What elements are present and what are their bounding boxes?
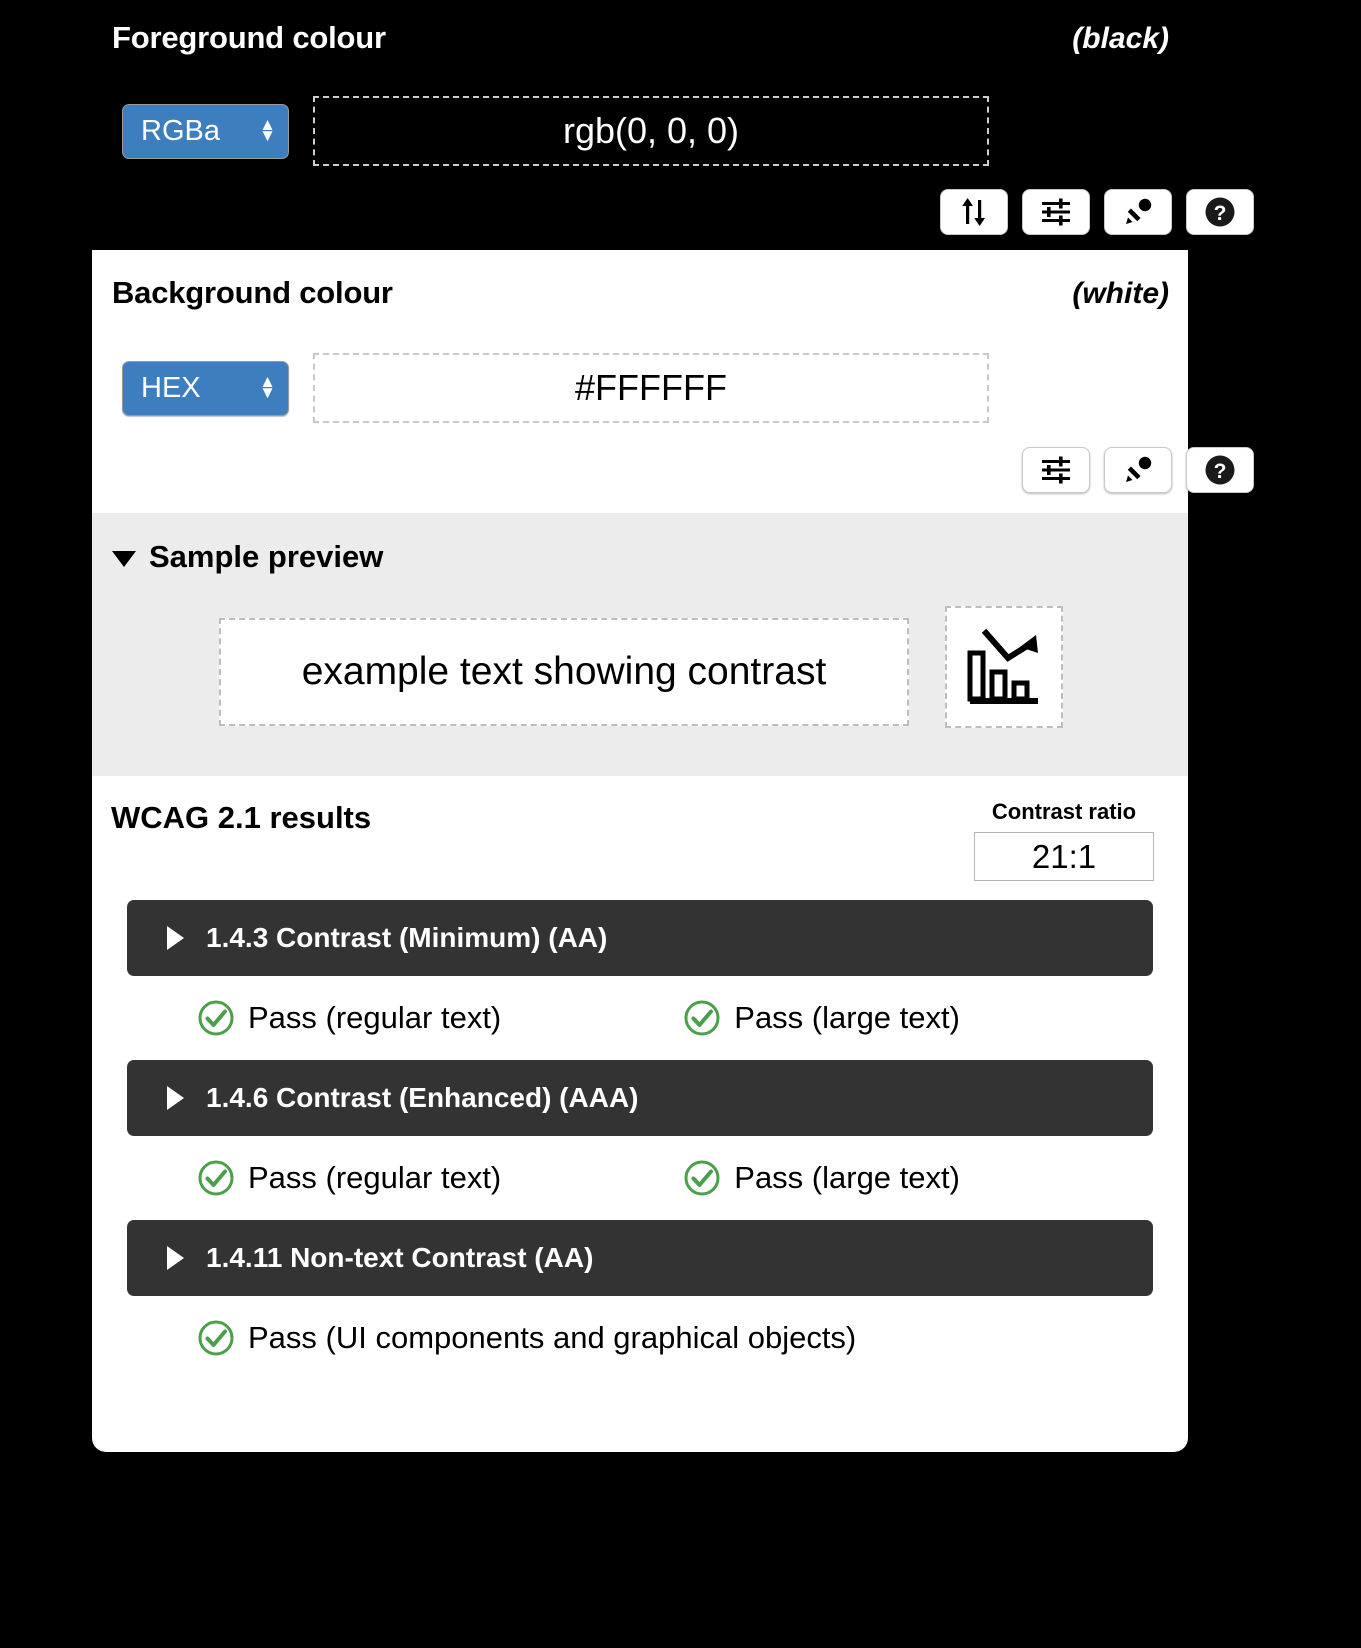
outcome-item: Pass (large text) xyxy=(683,1159,960,1197)
criterion-outcomes: Pass (UI components and graphical object… xyxy=(127,1296,1153,1380)
check-circle-icon xyxy=(684,1160,720,1196)
adjust-sliders-button[interactable] xyxy=(1022,189,1090,235)
eyedropper-icon xyxy=(1126,198,1152,224)
chevron-right-icon xyxy=(167,1086,184,1110)
foreground-title: Foreground colour xyxy=(112,20,386,55)
adjust-sliders-button[interactable] xyxy=(1022,447,1090,493)
criterion-group: 1.4.3 Contrast (Minimum) (AA) Pass (regu… xyxy=(127,900,1153,1060)
foreground-format-label: RGBa xyxy=(141,114,220,147)
background-title: Background colour xyxy=(112,275,393,310)
criterion-toggle-1.4.11[interactable]: 1.4.11 Non-text Contrast (AA) xyxy=(127,1220,1153,1296)
check-circle-icon xyxy=(198,1160,234,1196)
background-colour-value: #FFFFFF xyxy=(575,367,727,408)
check-circle-icon xyxy=(198,1320,234,1356)
svg-text:?: ? xyxy=(1214,460,1227,483)
swap-colours-button[interactable] xyxy=(940,189,1008,235)
outcome-text: Pass (UI components and graphical object… xyxy=(248,1320,857,1355)
check-circle-icon xyxy=(198,1000,234,1036)
sample-preview-toggle[interactable]: Sample preview xyxy=(112,539,383,575)
foreground-colour-row: RGBa ▲ ▼ rgb(0, 0, 0) xyxy=(122,96,989,166)
chevron-updown-icon: ▲ ▼ xyxy=(259,372,276,402)
contrast-ratio-block: Contrast ratio 21:1 xyxy=(974,799,1154,881)
sliders-icon xyxy=(1042,456,1070,484)
help-button[interactable]: ? xyxy=(1186,447,1254,493)
background-colour-name: (white) xyxy=(1072,277,1169,310)
eyedropper-icon xyxy=(1126,456,1152,482)
sample-text: example text showing contrast xyxy=(301,650,827,693)
outcome-text: Pass (regular text) xyxy=(248,1160,502,1195)
outcome-item: Pass (large text) xyxy=(683,999,960,1037)
contrast-ratio-label: Contrast ratio xyxy=(991,799,1137,824)
outcome-text: Pass (large text) xyxy=(734,1000,960,1035)
criterion-outcomes: Pass (regular text) Pass (large text) xyxy=(127,1136,1153,1220)
chevron-updown-icon: ▲ ▼ xyxy=(259,115,276,145)
sample-graphic-box xyxy=(945,606,1063,728)
eyedropper-button[interactable] xyxy=(1104,447,1172,493)
criterion-group: 1.4.6 Contrast (Enhanced) (AAA) Pass (re… xyxy=(127,1060,1153,1220)
background-format-label: HEX xyxy=(141,371,201,404)
chevron-right-icon xyxy=(167,926,184,950)
foreground-colour-input[interactable]: rgb(0, 0, 0) xyxy=(313,96,989,166)
outcome-item: Pass (regular text) xyxy=(197,999,501,1037)
foreground-toolbar: ? xyxy=(940,189,1254,235)
criterion-toggle-1.4.6[interactable]: 1.4.6 Contrast (Enhanced) (AAA) xyxy=(127,1060,1153,1136)
foreground-colour-name: (black) xyxy=(1072,22,1169,55)
bar-chart-declining-icon xyxy=(967,628,1038,704)
background-colour-panel: Background colour (white) HEX ▲ ▼ #FFFFF… xyxy=(92,250,1254,513)
background-colour-input[interactable]: #FFFFFF xyxy=(313,353,989,423)
chevron-right-icon xyxy=(167,1246,184,1270)
foreground-colour-value: rgb(0, 0, 0) xyxy=(562,110,740,151)
sample-preview-panel: Sample preview example text showing cont… xyxy=(92,513,1188,776)
foreground-format-select[interactable]: RGBa ▲ ▼ xyxy=(122,103,289,159)
outcome-text: Pass (large text) xyxy=(734,1160,960,1195)
check-circle-icon xyxy=(684,1000,720,1036)
background-section-header: Background colour (white) xyxy=(112,275,1169,311)
help-button[interactable]: ? xyxy=(1186,189,1254,235)
swap-vertical-icon xyxy=(962,198,985,226)
eyedropper-button[interactable] xyxy=(1104,189,1172,235)
contrast-ratio-value-box: 21:1 xyxy=(974,832,1154,881)
contrast-ratio-value: 21:1 xyxy=(1031,837,1097,875)
background-format-select[interactable]: HEX ▲ ▼ xyxy=(122,360,289,416)
sliders-icon xyxy=(1042,198,1070,226)
question-circle-icon: ? xyxy=(1205,197,1235,227)
criterion-group: 1.4.11 Non-text Contrast (AA) Pass (UI c… xyxy=(127,1220,1153,1380)
svg-text:?: ? xyxy=(1214,202,1227,225)
foreground-section-header: Foreground colour (black) xyxy=(112,20,1169,56)
criterion-toggle-1.4.3[interactable]: 1.4.3 Contrast (Minimum) (AA) xyxy=(127,900,1153,976)
outcome-item: Pass (UI components and graphical object… xyxy=(197,1319,856,1357)
criterion-outcomes: Pass (regular text) Pass (large text) xyxy=(127,976,1153,1060)
outcome-item: Pass (regular text) xyxy=(197,1159,501,1197)
sample-preview-title: Sample preview xyxy=(149,539,384,574)
question-circle-icon: ? xyxy=(1205,455,1235,485)
criterion-label: 1.4.11 Non-text Contrast (AA) xyxy=(206,1242,594,1273)
sample-text-box: example text showing contrast xyxy=(219,618,909,726)
outcome-text: Pass (regular text) xyxy=(248,1000,502,1035)
background-toolbar: ? xyxy=(1022,447,1254,493)
chevron-down-icon xyxy=(112,551,136,567)
foreground-colour-panel: Foreground colour (black) RGBa ▲ ▼ rgb(0… xyxy=(92,0,1254,250)
background-colour-row: HEX ▲ ▼ #FFFFFF xyxy=(122,353,989,423)
wcag-results-title: WCAG 2.1 results xyxy=(111,800,372,835)
criteria-list: 1.4.3 Contrast (Minimum) (AA) Pass (regu… xyxy=(127,900,1153,1380)
criterion-label: 1.4.3 Contrast (Minimum) (AA) xyxy=(206,922,608,953)
contrast-checker-app: Foreground colour (black) RGBa ▲ ▼ rgb(0… xyxy=(0,0,1361,1648)
criterion-label: 1.4.6 Contrast (Enhanced) (AAA) xyxy=(206,1082,639,1113)
